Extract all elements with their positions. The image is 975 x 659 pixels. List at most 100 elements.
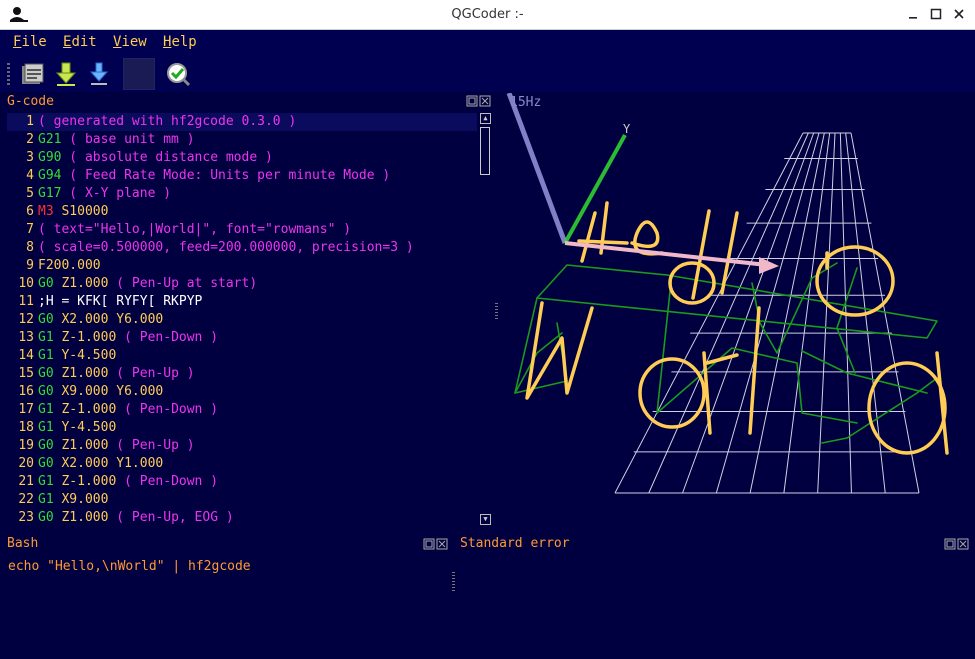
gcode-line[interactable]: 20 G0 X2.000 Y1.000 (7, 455, 477, 473)
gcode-line[interactable]: 11 ;H = KFK[ RYFY[ RKPYP (7, 293, 477, 311)
gcode-token: Z1.000 (53, 438, 117, 453)
line-number: 16 (18, 384, 34, 399)
gcode-line[interactable]: 5 G17 ( X-Y plane ) (7, 185, 477, 203)
gcode-token: G0 (38, 366, 54, 381)
gcode-line[interactable]: 7 ( text="Hello,|World|", font="rowmans" … (7, 221, 477, 239)
line-number: 2 (26, 132, 34, 147)
menu-file[interactable]: File (13, 32, 47, 52)
stderr-dock-icons[interactable] (944, 538, 970, 550)
gcode-token: F200.000 (38, 258, 101, 273)
gcode-line[interactable]: 14 G1 Y-4.500 (7, 347, 477, 365)
gcode-token: ( text="Hello,|World|", font="rowmans" ) (38, 222, 352, 237)
stderr-panel-title: Standard error (460, 536, 570, 551)
dock-float-close-icons[interactable] (466, 95, 492, 107)
gcode-line[interactable]: 12 G0 X2.000 Y6.000 (7, 311, 477, 329)
gcode-token: G90 (38, 150, 62, 165)
line-number: 23 (18, 510, 34, 525)
toolbar-grip[interactable] (7, 63, 10, 85)
line-number: 3 (26, 150, 34, 165)
bash-command-input[interactable]: echo "Hello,\nWorld" | hf2gcode (8, 559, 251, 574)
gcode-line[interactable]: 19 G0 Z1.000 ( Pen-Up ) (7, 437, 477, 455)
x-axis-arrow (759, 257, 779, 274)
line-number: 9 (26, 258, 34, 273)
bash-dock-icons[interactable] (423, 538, 449, 550)
gcode-token: G0 (38, 276, 54, 291)
splitter-handle-horizontal[interactable] (452, 572, 455, 592)
close-icon[interactable] (952, 7, 966, 21)
gcode-line[interactable]: 18 G1 Y-4.500 (7, 419, 477, 437)
gcode-token: ( Pen-Up ) (116, 366, 195, 381)
gcode-token: G0 (38, 456, 54, 471)
download-blue-icon[interactable] (85, 60, 113, 88)
gcode-token: G94 (38, 168, 62, 183)
gcode-token: ( Pen-Up, EOG ) (116, 510, 234, 525)
menu-edit[interactable]: Edit (63, 32, 97, 52)
grid-line (614, 132, 804, 494)
scroll-thumb[interactable] (480, 127, 490, 175)
line-number: 5 (26, 186, 34, 201)
grid-line (749, 132, 825, 494)
gcode-editor[interactable]: 1 ( generated with hf2gcode 0.3.0 ) 2 G21 (… (7, 113, 477, 528)
gcode-line[interactable]: 8 ( scale=0.500000, feed=200.000000, prec… (7, 239, 477, 257)
line-number: 17 (18, 402, 34, 417)
line-number: 19 (18, 438, 34, 453)
gcode-line[interactable]: 17 G1 Z-1.000 ( Pen-Down ) (7, 401, 477, 419)
bash-panel-title: Bash (7, 536, 39, 551)
gcode-scrollbar[interactable]: ▲ ▼ (479, 113, 492, 528)
gcode-token: X2.000 Y1.000 (53, 456, 164, 471)
download-green-icon[interactable] (52, 60, 80, 88)
gcode-line[interactable]: 4 G94 ( Feed Rate Mode: Units per minute … (7, 167, 477, 185)
line-number: 8 (26, 240, 34, 255)
scroll-down-icon[interactable]: ▼ (480, 514, 491, 525)
gcode-token: G17 (38, 186, 62, 201)
line-number: 15 (18, 366, 34, 381)
z-axis (506, 93, 568, 244)
gcode-token: Z1.000 (53, 510, 117, 525)
gcode-line[interactable]: 16 G0 X9.000 Y6.000 (7, 383, 477, 401)
scroll-up-icon[interactable]: ▲ (480, 113, 491, 124)
gcode-line[interactable]: 23 G0 Z1.000 ( Pen-Up, EOG ) (7, 509, 477, 527)
gcode-line[interactable]: 3 G90 ( absolute distance mode ) (7, 149, 477, 167)
gcode-token: X2.000 Y6.000 (53, 312, 164, 327)
gcode-token: ( Pen-Up ) (116, 438, 195, 453)
gcode-token: Z-1.000 (53, 402, 125, 417)
gcode-token: S10000 (53, 204, 109, 219)
gcode-token: G1 (38, 474, 54, 489)
open-folder-icon[interactable] (18, 60, 46, 88)
gcode-token: G1 (38, 492, 54, 507)
gcode-token: ( Pen-Down ) (124, 402, 219, 417)
maximize-icon[interactable] (929, 7, 943, 21)
gcode-token: Y-4.500 (53, 420, 117, 435)
toolbar-blank-button[interactable] (123, 58, 155, 90)
window-title: QGCoder :- (451, 7, 524, 22)
gcode-line[interactable]: 1 ( generated with hf2gcode 0.3.0 ) (7, 113, 477, 131)
gcode-line[interactable]: 13 G1 Z-1.000 ( Pen-Down ) (7, 329, 477, 347)
gcode-token: ( scale=0.500000, feed=200.000000, preci… (38, 240, 414, 255)
3d-viewer[interactable]: Y (497, 93, 975, 530)
gcode-line[interactable]: 2 G21 ( base unit mm ) (7, 131, 477, 149)
gcode-token: ( Pen-Up at start) (116, 276, 258, 291)
menu-view[interactable]: View (113, 32, 147, 52)
gcode-token: ( generated with hf2gcode 0.3.0 ) (38, 114, 297, 129)
gcode-line[interactable]: 9 F200.000 (7, 257, 477, 275)
menu-bar: File Edit View Help (0, 30, 975, 55)
ground-grid (614, 132, 920, 494)
gcode-token: ( Pen-Down ) (124, 330, 219, 345)
gcode-line[interactable]: 6 M3 S10000 (7, 203, 477, 221)
gcode-line[interactable]: 15 G0 Z1.000 ( Pen-Up ) (7, 365, 477, 383)
gcode-token: ( base unit mm ) (61, 132, 195, 147)
menu-help[interactable]: Help (163, 32, 197, 52)
line-number: 6 (26, 204, 34, 219)
grid-line (682, 132, 815, 494)
minimize-icon[interactable] (906, 7, 920, 21)
gcode-token: G0 (38, 312, 54, 327)
check-icon[interactable] (164, 60, 192, 88)
gcode-line[interactable]: 10 G0 Z1.000 ( Pen-Up at start) (7, 275, 477, 293)
line-number: 13 (18, 330, 34, 345)
gcode-line[interactable]: 21 G1 Z-1.000 ( Pen-Down ) (7, 473, 477, 491)
gcode-line[interactable]: 22 G1 X9.000 (7, 491, 477, 509)
gcode-token: ( absolute distance mode ) (61, 150, 273, 165)
line-number: 20 (18, 456, 34, 471)
gcode-token: G1 (38, 348, 54, 363)
gcode-token: X9.000 Y6.000 (53, 384, 164, 399)
